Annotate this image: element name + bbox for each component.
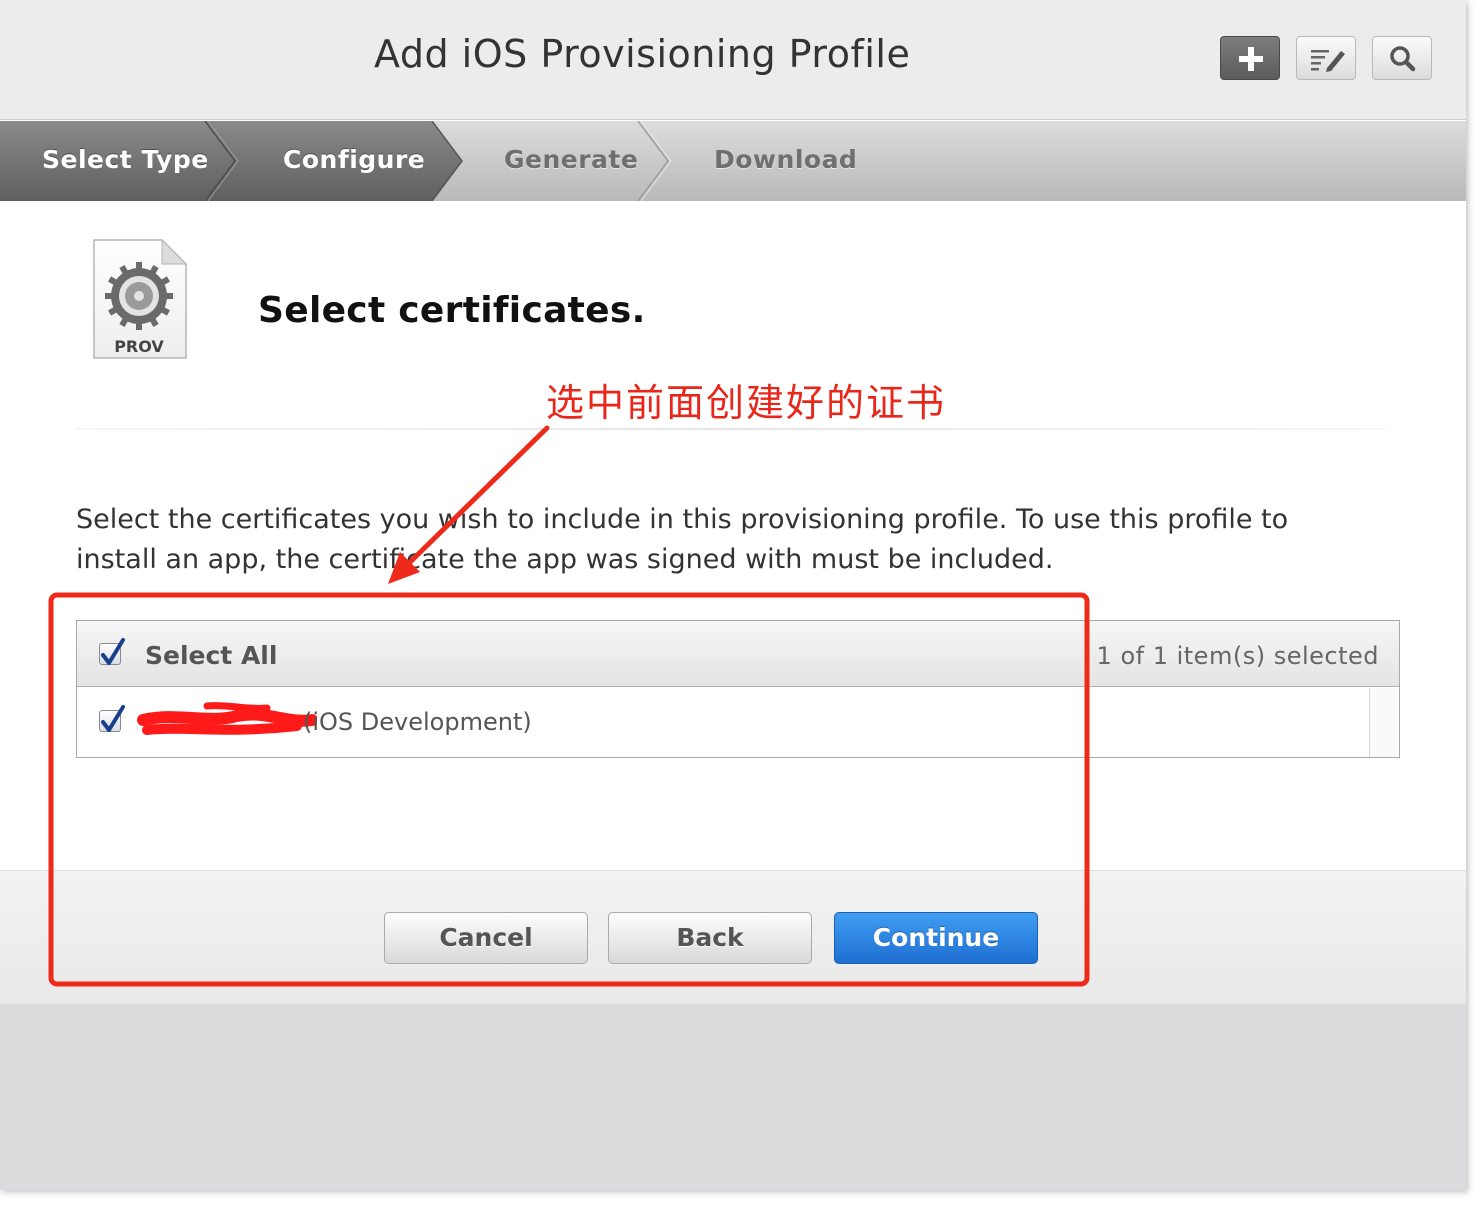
checkmark-icon bbox=[101, 638, 125, 665]
progress-steps: Select Type Configure Generate Download bbox=[0, 121, 1466, 201]
selection-count: 1 of 1 item(s) selected bbox=[1096, 642, 1379, 670]
certificate-checkbox[interactable] bbox=[99, 705, 125, 732]
divider bbox=[76, 428, 1386, 430]
app-window: Add iOS Provisioning Profile Select Type… bbox=[0, 0, 1466, 1190]
search-button[interactable] bbox=[1372, 36, 1432, 80]
redaction-scribble bbox=[137, 702, 317, 735]
page-bottom-area bbox=[0, 1004, 1466, 1190]
select-all-checkbox[interactable] bbox=[99, 638, 125, 665]
section-heading: Select certificates. bbox=[258, 290, 646, 331]
select-all-label: Select All bbox=[145, 641, 278, 670]
checkmark-icon bbox=[101, 705, 125, 732]
table-row[interactable]: (iOS Development) bbox=[77, 688, 1399, 757]
provisioning-profile-icon: PROV bbox=[92, 238, 192, 367]
table-header: Select All 1 of 1 item(s) selected bbox=[77, 621, 1399, 687]
step-generate: Generate bbox=[504, 145, 639, 174]
page-header: Add iOS Provisioning Profile bbox=[0, 0, 1466, 120]
edit-button[interactable] bbox=[1296, 36, 1356, 80]
edit-list-icon bbox=[1311, 50, 1345, 72]
certificate-table: Select All 1 of 1 item(s) selected (iOS … bbox=[76, 620, 1400, 758]
plus-icon bbox=[1239, 47, 1263, 71]
description-text: Select the certificates you wish to incl… bbox=[76, 504, 1289, 575]
certificate-label: (iOS Development) bbox=[303, 708, 532, 736]
continue-button[interactable]: Continue bbox=[834, 912, 1038, 964]
page-title: Add iOS Provisioning Profile bbox=[374, 32, 911, 76]
scrollbar[interactable] bbox=[1369, 688, 1399, 757]
annotation-text: 选中前面创建好的证书 bbox=[546, 381, 947, 425]
step-configure: Configure bbox=[283, 145, 426, 174]
step-select-type: Select Type bbox=[42, 145, 209, 174]
step-download: Download bbox=[714, 145, 858, 174]
search-icon bbox=[1390, 46, 1416, 72]
add-button[interactable] bbox=[1220, 36, 1280, 80]
icon-label: PROV bbox=[114, 337, 164, 356]
back-button[interactable]: Back bbox=[608, 912, 812, 964]
cancel-button[interactable]: Cancel bbox=[384, 912, 588, 964]
